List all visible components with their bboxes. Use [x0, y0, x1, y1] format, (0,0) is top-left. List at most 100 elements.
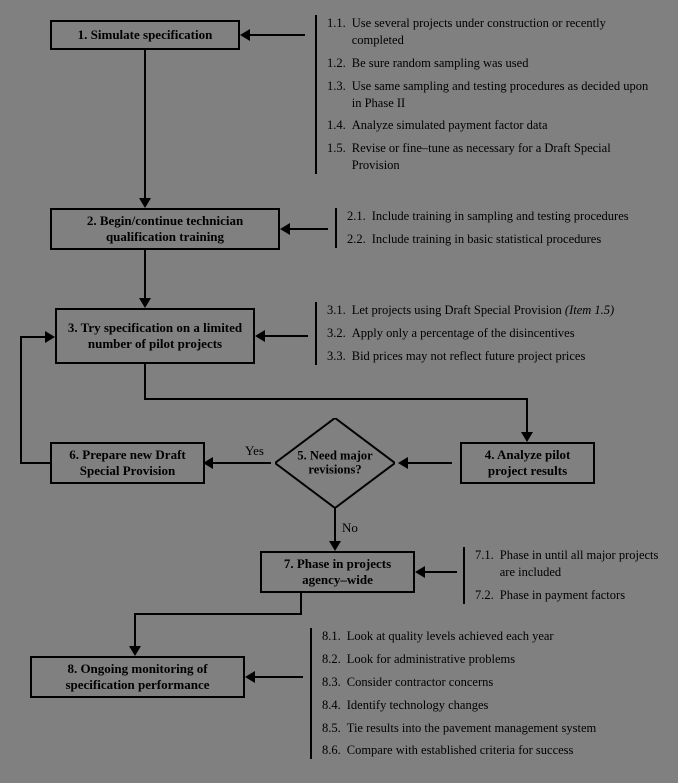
note-text: Consider contractor concerns — [347, 674, 493, 691]
box-phase-in-agency: 7. Phase in projects agency–wide — [260, 551, 415, 593]
note-number: 3.3. — [327, 348, 346, 365]
note-number: 1.1. — [327, 15, 346, 49]
note-item: 8.3.Consider contractor concerns — [322, 674, 660, 691]
note-number: 1.4. — [327, 117, 346, 134]
note-text: Include training in sampling and testing… — [372, 208, 629, 225]
note-number: 3.1. — [327, 302, 346, 319]
decision-label: 5. Need major revisions? — [290, 449, 380, 478]
note-item: 8.6. Compare with established criteria fo… — [322, 742, 660, 759]
box-label: 4. Analyze pilot project results — [470, 447, 585, 479]
note-text: Include training in basic statistical pr… — [372, 231, 601, 248]
note-number: 7.1. — [475, 547, 494, 581]
box-label: 3. Try specification on a limited number… — [65, 320, 245, 352]
box-label: 1. Simulate specification — [78, 27, 213, 43]
note-text: Analyze simulated payment factor data — [352, 117, 548, 134]
arrowhead-icon — [129, 646, 141, 656]
note-text: Use same sampling and testing procedures… — [352, 78, 660, 112]
note-number: 7.2. — [475, 587, 494, 604]
note-item: 8.1. Look at quality levels achieved each… — [322, 628, 660, 645]
notes-step7: 7.1. Phase in until all major projects ar… — [463, 547, 663, 604]
note-item: 2.2. Include training in basic statistica… — [347, 231, 665, 248]
edge — [265, 335, 308, 337]
notes-step1: 1.1. Use several projects under construct… — [315, 15, 660, 174]
edge — [526, 398, 528, 434]
note-item: 1.3. Use same sampling and testing proced… — [327, 78, 660, 112]
box-pilot-projects: 3. Try specification on a limited number… — [55, 308, 255, 364]
note-text: Tie results into the pavement management… — [347, 720, 597, 737]
note-text: Phase in until all major projects are in… — [500, 547, 663, 581]
edge — [144, 250, 146, 300]
arrowhead-icon — [139, 198, 151, 208]
note-item: 8.5. Tie results into the pavement manage… — [322, 720, 660, 737]
edge — [290, 228, 328, 230]
box-label: 6. Prepare new Draft Special Provision — [60, 447, 195, 479]
edge — [300, 593, 302, 615]
note-item: 3.1.Let projects using Draft Special Pro… — [327, 302, 665, 319]
box-ongoing-monitoring: 8. Ongoing monitoring of specification p… — [30, 656, 245, 698]
edge — [334, 508, 336, 543]
note-item: 7.1. Phase in until all major projects ar… — [475, 547, 663, 581]
note-number: 2.1. — [347, 208, 366, 225]
edge — [255, 676, 303, 678]
box-analyze-pilot: 4. Analyze pilot project results — [460, 442, 595, 484]
arrowhead-icon — [240, 29, 250, 41]
edge — [20, 336, 22, 464]
note-item: 8.2. Look for administrative problems — [322, 651, 660, 668]
label-no: No — [342, 520, 358, 536]
arrowhead-icon — [521, 432, 533, 442]
box-label: 8. Ongoing monitoring of specification p… — [40, 661, 235, 693]
note-number: 2.2. — [347, 231, 366, 248]
note-item: 1.1. Use several projects under construct… — [327, 15, 660, 49]
note-number: 1.3. — [327, 78, 346, 112]
note-item: 3.2.Apply only a percentage of the disin… — [327, 325, 665, 342]
note-text: Look at quality levels achieved each yea… — [347, 628, 554, 645]
note-number: 8.2. — [322, 651, 341, 668]
note-text: Apply only a percentage of the disincent… — [352, 325, 575, 342]
note-text: Identify technology changes — [347, 697, 489, 714]
notes-step3: 3.1.Let projects using Draft Special Pro… — [315, 302, 665, 365]
box-new-draft-provision: 6. Prepare new Draft Special Provision — [50, 442, 205, 484]
note-item: 1.4. Analyze simulated payment factor dat… — [327, 117, 660, 134]
box-simulate-specification: 1. Simulate specification — [50, 20, 240, 50]
edge — [144, 398, 528, 400]
note-italic: (Item 1.5) — [565, 303, 614, 317]
note-number: 8.5. — [322, 720, 341, 737]
note-number: 8.4. — [322, 697, 341, 714]
note-number: 8.6. — [322, 742, 341, 759]
arrowhead-icon — [329, 541, 341, 551]
edge — [20, 462, 50, 464]
box-technician-training: 2. Begin/continue technician qualificati… — [50, 208, 280, 250]
edge — [213, 462, 271, 464]
edge — [250, 34, 305, 36]
note-item: 7.2.Phase in payment factors — [475, 587, 663, 604]
arrowhead-icon — [398, 457, 408, 469]
edge — [20, 336, 45, 338]
note-text: Look for administrative problems — [347, 651, 515, 668]
note-text: Use several projects under construction … — [352, 15, 660, 49]
arrowhead-icon — [280, 223, 290, 235]
edge — [134, 613, 302, 615]
note-number: 8.1. — [322, 628, 341, 645]
decision-need-revisions: 5. Need major revisions? — [275, 418, 395, 508]
note-item: 3.3.Bid prices may not reflect future pr… — [327, 348, 665, 365]
note-item: 8.4. Identify technology changes — [322, 697, 660, 714]
edge — [144, 364, 146, 400]
note-number: 1.2. — [327, 55, 346, 72]
note-number: 1.5. — [327, 140, 346, 174]
notes-step8: 8.1. Look at quality levels achieved each… — [310, 628, 660, 759]
edge — [408, 462, 452, 464]
note-item: 1.2. Be sure random sampling was used — [327, 55, 660, 72]
edge — [134, 613, 136, 648]
note-item: 1.5. Revise or fine–tune as necessary for… — [327, 140, 660, 174]
edge — [425, 571, 457, 573]
label-yes: Yes — [245, 443, 264, 459]
note-text: Be sure random sampling was used — [352, 55, 529, 72]
note-text: Revise or fine–tune as necessary for a D… — [352, 140, 660, 174]
notes-step2: 2.1. Include training in sampling and tes… — [335, 208, 665, 248]
note-item: 2.1. Include training in sampling and tes… — [347, 208, 665, 225]
box-label: 2. Begin/continue technician qualificati… — [60, 213, 270, 245]
box-label: 7. Phase in projects agency–wide — [270, 556, 405, 588]
arrowhead-icon — [255, 330, 265, 342]
note-text: Compare with established criteria for su… — [347, 742, 574, 759]
edge — [144, 50, 146, 200]
